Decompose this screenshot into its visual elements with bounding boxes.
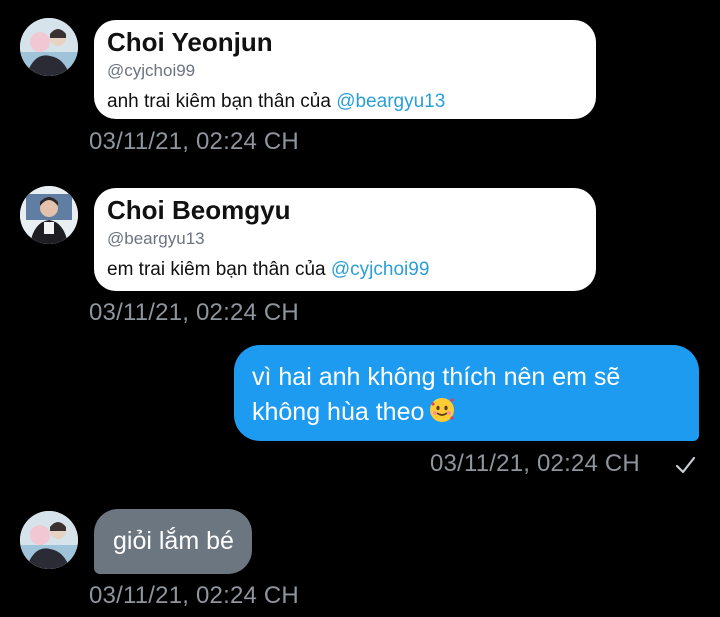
sent-message-line: vì hai anh không thích nên em sẽ: [252, 363, 621, 391]
avatar-photo: [20, 18, 78, 76]
sent-message-bubble[interactable]: vì hai anh không thích nên em sẽ không h…: [234, 345, 699, 441]
message-timestamp: 03/11/21, 02:24 CH: [89, 128, 299, 155]
profile-card[interactable]: Choi Yeonjun @cyjchoi99 anh trai kiêm bạ…: [94, 20, 596, 119]
sent-message-text: không hùa theo: [252, 398, 425, 426]
avatar[interactable]: [20, 186, 78, 244]
smiling-face-with-hearts-icon: [428, 396, 456, 424]
avatar[interactable]: [20, 18, 78, 76]
message-timestamp: 03/11/21, 02:24 CH: [89, 582, 299, 609]
profile-bio-text: em trai kiêm bạn thân của: [107, 259, 331, 280]
checkmark-icon: [674, 454, 696, 476]
profile-name: Choi Beomgyu: [107, 195, 291, 225]
profile-bio: anh trai kiêm bạn thân của @beargyu13: [107, 90, 582, 114]
profile-card[interactable]: Choi Beomgyu @beargyu13 em trai kiêm bạn…: [94, 188, 596, 291]
mention-link[interactable]: @cyjchoi99: [331, 259, 430, 280]
profile-handle: @cyjchoi99: [107, 61, 196, 80]
message-timestamp: 03/11/21, 02:24 CH: [430, 450, 640, 477]
avatar[interactable]: [20, 511, 78, 569]
profile-name: Choi Yeonjun: [107, 27, 273, 57]
profile-bio-text: anh trai kiêm bạn thân của: [107, 91, 337, 112]
message-timestamp: 03/11/21, 02:24 CH: [89, 299, 299, 326]
sent-message-line-2: không hùa theo: [252, 395, 679, 430]
avatar-photo: [20, 186, 78, 244]
avatar-photo: [20, 511, 78, 569]
received-message-bubble[interactable]: giỏi lắm bé: [94, 509, 252, 574]
mention-link[interactable]: @beargyu13: [336, 91, 445, 112]
profile-handle: @beargyu13: [107, 229, 205, 248]
profile-bio: em trai kiêm bạn thân của @cyjchoi99: [107, 258, 582, 282]
